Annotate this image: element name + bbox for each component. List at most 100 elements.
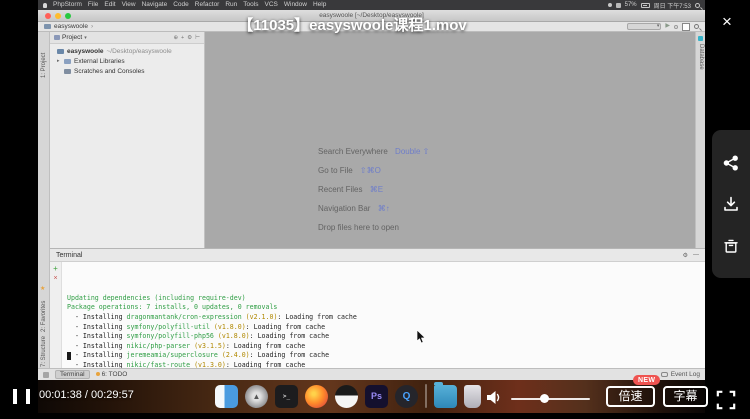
dock-icon-glyph: Q — [402, 390, 411, 402]
launchpad-dock-icon[interactable]: ▲ — [245, 384, 268, 408]
menubar-item[interactable]: Help — [313, 0, 326, 10]
mouse-cursor-icon — [416, 330, 426, 344]
menubar-item[interactable]: Edit — [104, 0, 115, 10]
shortcut-label: Go to File — [318, 166, 353, 175]
pin-icon[interactable]: ⊢ — [195, 35, 200, 41]
terminal-toolbar: + × — [50, 262, 62, 368]
photoshop-dock-icon[interactable]: Ps — [365, 384, 388, 408]
shortcut-keys: ⌘↑ — [377, 204, 390, 213]
share-button[interactable] — [722, 154, 740, 172]
menubar-item[interactable]: Navigate — [142, 0, 168, 10]
terminal-panel: Terminal ⚙ — + × Updating dependencies (… — [50, 248, 705, 379]
close-session-icon[interactable]: × — [53, 275, 57, 282]
tab-favorites[interactable]: 2: Favorites — [41, 301, 47, 332]
statusbar-terminal-tab[interactable]: Terminal — [55, 370, 90, 379]
favorites-star-icon: ★ — [40, 286, 46, 292]
statusbar-right: Event Log — [660, 371, 700, 378]
menubar-item[interactable]: File — [88, 0, 98, 10]
tree-row-scratches[interactable]: Scratches and Consoles — [50, 66, 204, 76]
volume-slider[interactable] — [511, 398, 590, 400]
toolwindow-toggle-icon[interactable] — [43, 371, 49, 378]
menubar-item[interactable]: Refactor — [195, 0, 220, 10]
collapse-icon[interactable]: + — [181, 35, 184, 41]
video-title: 【11035】easyswoole课程1.mov — [238, 17, 467, 34]
shortcut-keys: Double ⇧ — [395, 147, 430, 156]
trash-dock-icon[interactable] — [464, 384, 481, 408]
video-player: PhpStorm File Edit View Navigate Code Refactor… — [0, 0, 750, 419]
todo-dot-icon — [95, 372, 100, 376]
fullscreen-button[interactable] — [714, 388, 738, 412]
menubar-item[interactable]: Tools — [243, 0, 258, 10]
menubar-item[interactable]: View — [122, 0, 136, 10]
pause-bar-icon — [26, 389, 30, 404]
shortcut-keys: ⇧⌘O — [359, 166, 381, 175]
tree-item-name: External Libraries — [74, 57, 125, 65]
shortcut-label: Drop files here to open — [318, 223, 399, 232]
qq-dock-icon[interactable] — [335, 384, 358, 408]
volume-icon[interactable] — [486, 390, 502, 405]
trash-icon — [724, 239, 738, 253]
ide-statusbar: Terminal 6: TODO Event Log — [38, 368, 705, 380]
quicktime-dock-icon[interactable]: Q — [395, 384, 418, 408]
dock-icon-glyph: Ps — [370, 391, 382, 401]
menubar-item[interactable]: Window — [284, 0, 307, 10]
tree-item-name: Scratches and Consoles — [74, 67, 145, 75]
menubar-item[interactable]: Run — [225, 0, 237, 10]
terminal-line: Package operations: 7 installs, 0 update… — [67, 303, 278, 312]
tab-structure[interactable]: 7: Structure — [41, 336, 47, 367]
delete-button[interactable] — [722, 237, 740, 255]
tab-database[interactable]: Database — [698, 44, 704, 70]
right-toolwindow-bar: Database — [695, 32, 705, 248]
apple-logo-icon — [43, 2, 47, 8]
menubar-item[interactable]: PhpStorm — [53, 0, 82, 10]
tree-row-external-libraries[interactable]: ▸ External Libraries — [50, 56, 204, 66]
menubar-clock[interactable]: 周日 下午7:53 — [654, 1, 691, 10]
shortcut-hint: Recent Files ⌘E — [318, 180, 429, 199]
menubar-item[interactable]: VCS — [264, 0, 277, 10]
menubar-item[interactable]: Code — [173, 0, 189, 10]
folder-dock-icon[interactable] — [434, 381, 457, 408]
subtitle-button[interactable]: 字幕 — [663, 386, 708, 407]
dock-icon-glyph: ▲ — [252, 391, 261, 401]
terminal-dock-icon[interactable]: >_ — [275, 384, 298, 408]
playback-speed-button[interactable]: 倍速 — [606, 386, 655, 407]
pause-button[interactable] — [13, 389, 30, 404]
project-tree: easyswoole ~/Desktop/easyswoole ▸ Extern… — [50, 44, 204, 76]
video-frame: PhpStorm File Edit View Navigate Code Refactor… — [38, 0, 705, 413]
time-display: 00:01:38 / 00:29:57 — [39, 389, 134, 401]
gear-icon[interactable]: ⚙ — [187, 35, 192, 41]
project-header-label[interactable]: Project — [62, 34, 82, 41]
chevron-down-icon[interactable]: ▾ — [84, 35, 87, 41]
shortcut-hint: Navigation Bar ⌘↑ — [318, 199, 429, 218]
terminal-title[interactable]: Terminal — [56, 252, 82, 259]
statusbar-todo[interactable]: 6: TODO — [95, 371, 128, 378]
gear-icon[interactable]: ⚙ — [683, 252, 688, 259]
dock-separator[interactable] — [425, 384, 427, 408]
shortcut-label: Recent Files — [318, 185, 363, 194]
expander-icon[interactable]: ▸ — [57, 58, 61, 64]
close-player-button[interactable]: × — [715, 10, 739, 34]
project-panel: Project ▾ ⊕ + ⚙ ⊢ easyswoole ~/Desktop/e… — [50, 32, 205, 248]
firefox-dock-icon[interactable] — [305, 384, 328, 408]
tab-project[interactable]: 1: Project — [41, 53, 47, 78]
terminal-body: + × Updating dependencies (including req… — [50, 262, 705, 379]
shortcut-hint: Go to File ⇧⌘O — [318, 161, 429, 180]
locate-icon[interactable]: ⊕ — [173, 35, 178, 41]
todo-label: 6: TODO — [101, 371, 128, 378]
spotlight-icon[interactable] — [695, 2, 700, 8]
download-button[interactable] — [722, 195, 740, 213]
status-dot-icon — [607, 3, 612, 7]
terminal-header: Terminal ⚙ — — [50, 249, 705, 262]
letterbox-bottom — [38, 413, 705, 419]
minimize-icon[interactable]: — — [693, 252, 699, 259]
event-log-label[interactable]: Event Log — [671, 371, 700, 378]
pause-bar-icon — [13, 389, 17, 404]
new-badge: NEW — [633, 375, 661, 385]
database-icon — [698, 36, 703, 41]
finder-dock-icon[interactable] — [215, 384, 238, 408]
shortcut-label: Search Everywhere — [318, 147, 388, 156]
macos-dock: ▲ >_ Ps Q — [215, 381, 481, 408]
new-session-icon[interactable]: + — [53, 265, 58, 273]
volume-slider-knob[interactable] — [540, 394, 549, 403]
tree-row-root[interactable]: easyswoole ~/Desktop/easyswoole — [50, 46, 204, 56]
